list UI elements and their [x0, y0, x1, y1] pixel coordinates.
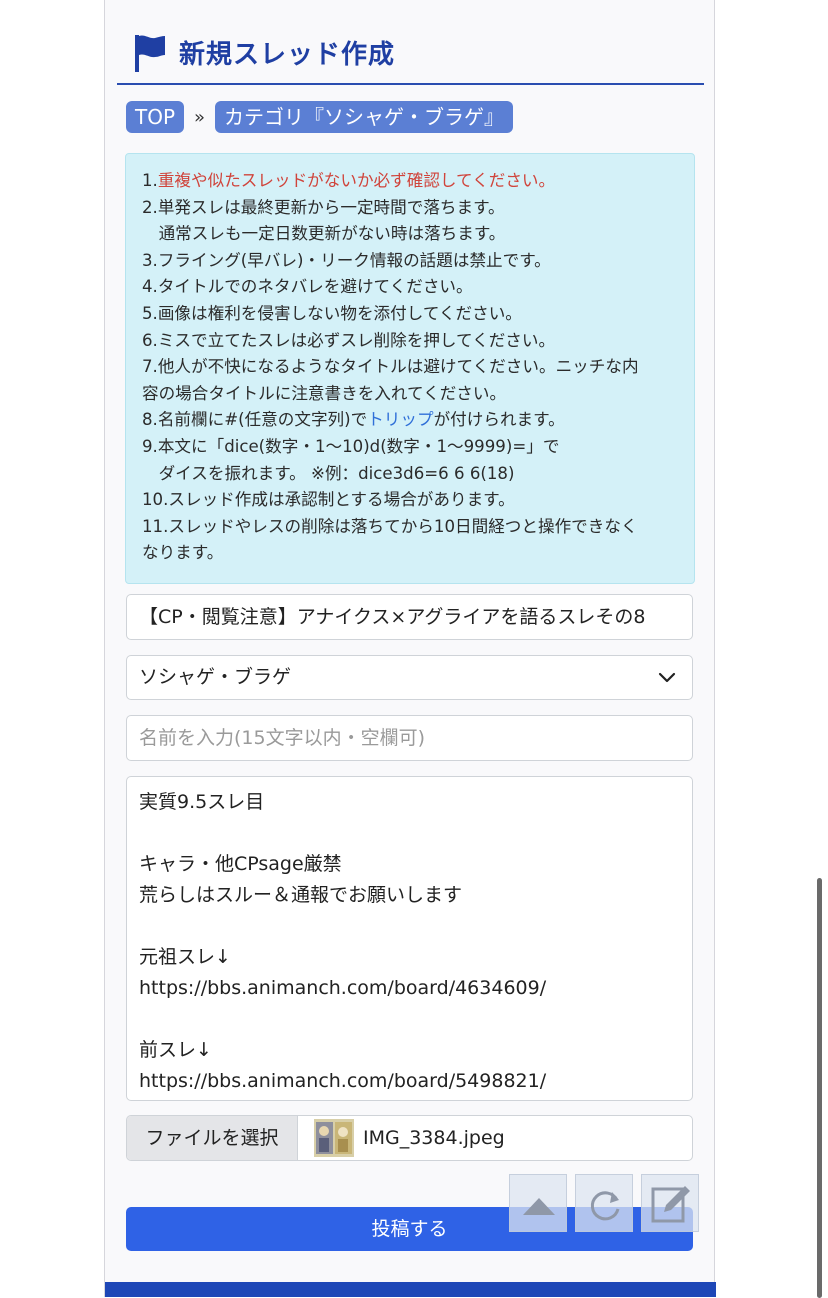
rule-line: 通常スレも一定日数更新がない時は落ちます。	[142, 224, 506, 244]
image-thumbnail	[314, 1119, 354, 1157]
edit-button[interactable]	[641, 1174, 699, 1232]
rule-line: 3.フライング(早バレ)・リーク情報の話題は禁止です。	[142, 250, 551, 270]
rule-line: なります。	[142, 543, 224, 563]
name-input[interactable]: 名前を入力(15文字以内・空欄可)	[126, 715, 693, 761]
category-select-value: ソシャゲ・ブラゲ	[139, 666, 292, 688]
thread-title-input[interactable]: 【CP・閲覧注意】アナイクス×アグライアを語るスレその8	[126, 594, 693, 640]
page-title: 新規スレッド作成	[179, 40, 396, 70]
rule-line: 8.名前欄に#(任意の文字列)でトリップが付けられます。	[142, 410, 565, 430]
scroll-top-button[interactable]	[509, 1174, 567, 1232]
category-select[interactable]: ソシャゲ・ブラゲ	[126, 655, 693, 700]
file-input[interactable]: ファイルを選択 IMG_3384.jpeg	[126, 1115, 693, 1161]
chevron-down-icon	[658, 672, 676, 683]
file-name: IMG_3384.jpeg	[363, 1127, 505, 1149]
rule-line: 10.スレッド作成は承認制とする場合があります。	[142, 490, 515, 510]
rule-line: 容の場合タイトルに注意書きを入れてください。	[142, 383, 507, 403]
rule-line: 9.本文に「dice(数字・1〜10)d(数字・1〜9999)=」で	[142, 436, 560, 456]
breadcrumb-category-link[interactable]: カテゴリ『ソシャゲ・ブラゲ』	[215, 101, 514, 133]
rule-line: 11.スレッドやレスの削除は落ちてから10日間経つと操作できなく	[142, 516, 638, 536]
scroll-top-icon	[523, 1198, 555, 1215]
page-header: 新規スレッド作成	[117, 30, 704, 85]
choose-file-button[interactable]: ファイルを選択	[127, 1116, 298, 1160]
edit-icon	[651, 1186, 690, 1223]
breadcrumb-separator: »	[194, 106, 206, 128]
reload-button[interactable]	[575, 1174, 633, 1232]
reload-icon	[590, 1191, 620, 1221]
rule-line: 6.ミスで立てたスレは必ずスレ削除を押してください。	[142, 330, 556, 350]
rule-line: 2.単発スレは最終更新から一定時間で落ちます。	[142, 197, 505, 217]
rule-line: ダイスを振れます。 ※例：dice3d6=6 6 6(18)	[142, 463, 515, 483]
page-container: 新規スレッド作成 TOP » カテゴリ『ソシャゲ・ブラゲ』 1.重複や似たスレッ…	[104, 0, 716, 1297]
breadcrumb-top-link[interactable]: TOP	[126, 101, 185, 133]
footer-bar	[105, 1282, 716, 1297]
scrollbar[interactable]	[817, 878, 822, 1298]
rules-notice: 1.重複や似たスレッドがないか必ず確認してください。 2.単発スレは最終更新から…	[125, 153, 695, 584]
flag-icon	[135, 35, 165, 72]
rule-line: 5.画像は権利を侵害しない物を添付してください。	[142, 303, 522, 323]
breadcrumb: TOP » カテゴリ『ソシャゲ・ブラゲ』	[126, 101, 514, 133]
rule-warning-text: 重複や似たスレッドがないか必ず確認してください。	[157, 171, 556, 190]
rule-line: 4.タイトルでのネタバレを避けてください。	[142, 277, 473, 297]
body-textarea[interactable]: 実質9.5スレ目 キャラ・他CPsage厳禁 荒らしはスルー＆通報でお願いします…	[126, 776, 693, 1101]
trip-link[interactable]: トリップ	[367, 410, 433, 429]
rule-line: 7.他人が不快になるようなタイトルは避けてください。ニッチな内	[142, 357, 639, 377]
rule-line: 1.重複や似たスレッドがないか必ず確認してください。	[142, 171, 556, 190]
